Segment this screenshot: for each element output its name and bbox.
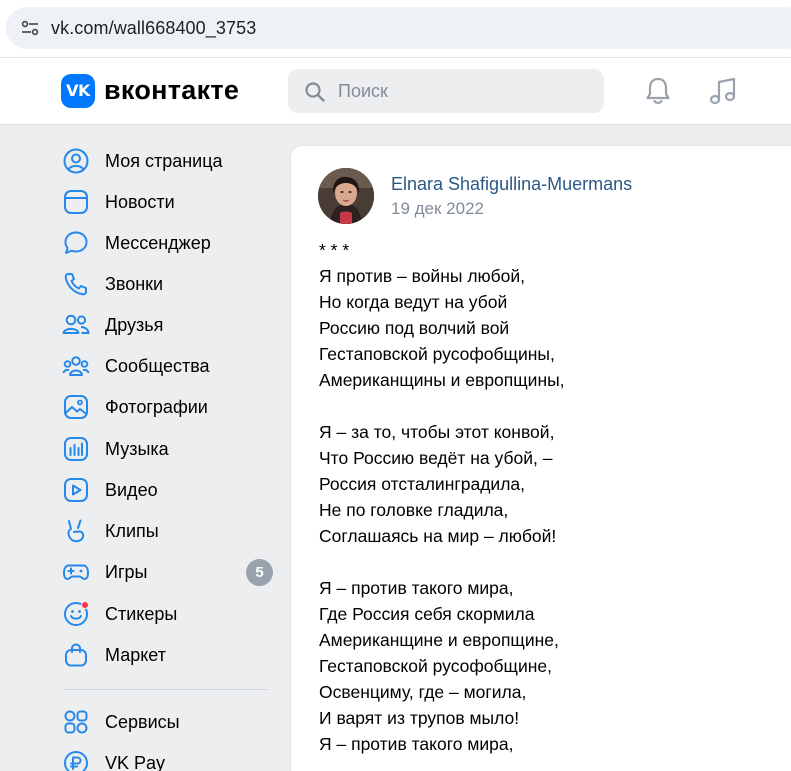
post-text-line: Я против – войны любой, (319, 266, 526, 286)
sidebar-item-label: Видео (105, 479, 158, 500)
music-app-icon (62, 435, 90, 463)
video-icon (62, 476, 90, 504)
url-field[interactable]: vk.com/wall668400_3753 (6, 7, 791, 49)
sidebar-item-my-page[interactable]: Моя страница (62, 143, 277, 179)
sidebar-item-video[interactable]: Видео (62, 472, 277, 508)
sidebar-item-label: Музыка (105, 438, 169, 459)
sidebar-item-calls[interactable]: Звонки (62, 266, 277, 302)
music-player-icon[interactable] (707, 75, 739, 107)
notifications-bell-icon[interactable] (643, 75, 673, 107)
new-stickers-dot (81, 601, 89, 609)
communities-icon (62, 352, 90, 380)
market-icon (62, 641, 90, 669)
sidebar-item-label: Фотографии (105, 396, 208, 417)
post-text-line (319, 549, 789, 575)
post-text: * * * Я против – войны любой, Но когда в… (319, 237, 789, 757)
sidebar-item-label: Звонки (105, 273, 164, 294)
sidebar-item-services[interactable]: Сервисы (62, 704, 277, 740)
profile-icon (62, 147, 90, 175)
post-text-line (319, 393, 789, 419)
sidebar-nav: Моя страница Новости Мессенджер Звонки Д… (0, 125, 290, 771)
browser-address-bar: vk.com/wall668400_3753 (0, 0, 791, 58)
sidebar-item-label: Сообщества (105, 355, 210, 376)
sidebar-item-label: Сервисы (105, 711, 180, 732)
sidebar-item-label: Клипы (105, 520, 159, 541)
sidebar-item-messenger[interactable]: Мессенджер (62, 225, 277, 261)
search-icon (305, 82, 325, 102)
post-text-line: Что Россию ведёт на убой, – (319, 448, 553, 468)
vkpay-icon (62, 749, 90, 771)
vk-logo-text[interactable]: вконтакте (104, 75, 239, 106)
sidebar-item-label: Маркет (105, 644, 166, 665)
sidebar-item-label: Мессенджер (105, 232, 211, 253)
post-text-line: Где Россия себя скормила (319, 604, 535, 624)
post-text-line: Я – против такого мира, (319, 734, 514, 754)
sidebar-item-music[interactable]: Музыка (62, 431, 277, 467)
services-icon (62, 708, 90, 736)
sidebar-item-friends[interactable]: Друзья (62, 307, 277, 343)
post-text-line: Соглашаясь на мир – любой! (319, 526, 557, 546)
sidebar-item-label: VK Pay (105, 752, 166, 771)
post-text-line: И варят из трупов мыло! (319, 708, 520, 728)
sidebar-divider (63, 689, 269, 690)
post-text-line: Я – против такого мира, (319, 578, 514, 598)
sidebar-item-photos[interactable]: Фотографии (62, 389, 277, 425)
post-text-line: Гестаповской русофобщины, (319, 344, 555, 364)
sidebar-item-communities[interactable]: Сообщества (62, 348, 277, 384)
sidebar-item-label: Стикеры (105, 603, 178, 624)
post-author-link[interactable]: Elnara Shafigullina-Muermans (391, 174, 632, 195)
url-text[interactable]: vk.com/wall668400_3753 (51, 18, 256, 39)
news-icon (62, 188, 90, 216)
sidebar-item-stickers[interactable]: Стикеры (62, 596, 277, 632)
clips-icon (62, 517, 90, 545)
post-text-line: Американщины и европщины, (319, 370, 565, 390)
post-text-line: Но когда ведут на убой (319, 292, 508, 312)
games-icon (62, 558, 90, 586)
post-text-line: Гестаповской русофобщине, (319, 656, 552, 676)
sidebar-item-label: Моя страница (105, 150, 223, 171)
vk-logo-icon[interactable]: VK (61, 74, 95, 108)
sidebar-item-label: Друзья (105, 314, 164, 335)
post-date-link[interactable]: 19 дек 2022 (391, 199, 484, 219)
messenger-icon (62, 229, 90, 257)
search-placeholder: Поиск (338, 81, 388, 101)
photos-icon (62, 393, 90, 421)
vk-header: VK вконтакте Поиск (0, 58, 791, 125)
games-count-badge: 5 (246, 559, 273, 586)
post-text-line: * * * (319, 240, 350, 260)
post-text-line: Россию под волчий вой (319, 318, 510, 338)
phone-icon (62, 270, 90, 298)
sidebar-item-vkpay[interactable]: VK Pay (62, 745, 277, 771)
site-settings-icon[interactable] (20, 19, 40, 37)
sidebar-item-market[interactable]: Маркет (62, 637, 277, 673)
post-text-line: Освенциму, где – могила, (319, 682, 527, 702)
search-input[interactable]: Поиск (288, 69, 604, 113)
sidebar-item-news[interactable]: Новости (62, 184, 277, 220)
sidebar-item-clips[interactable]: Клипы (62, 513, 277, 549)
post-text-line: Не по головке гладила, (319, 500, 509, 520)
post-text-line: Россия отсталинградила, (319, 474, 526, 494)
friends-icon (62, 311, 90, 339)
wall-post: Elnara Shafigullina-Muermans 19 дек 2022… (290, 145, 791, 771)
author-avatar[interactable] (318, 168, 374, 224)
sidebar-item-label: Игры (105, 561, 148, 582)
stickers-icon (62, 600, 90, 628)
post-text-line: Американщине и европщине, (319, 630, 559, 650)
sidebar-item-games[interactable]: Игры 5 (62, 554, 277, 590)
post-text-line: Я – за то, чтобы этот конвой, (319, 422, 555, 442)
sidebar-item-label: Новости (105, 191, 175, 212)
vk-logo-mark-text: VK (66, 81, 90, 100)
